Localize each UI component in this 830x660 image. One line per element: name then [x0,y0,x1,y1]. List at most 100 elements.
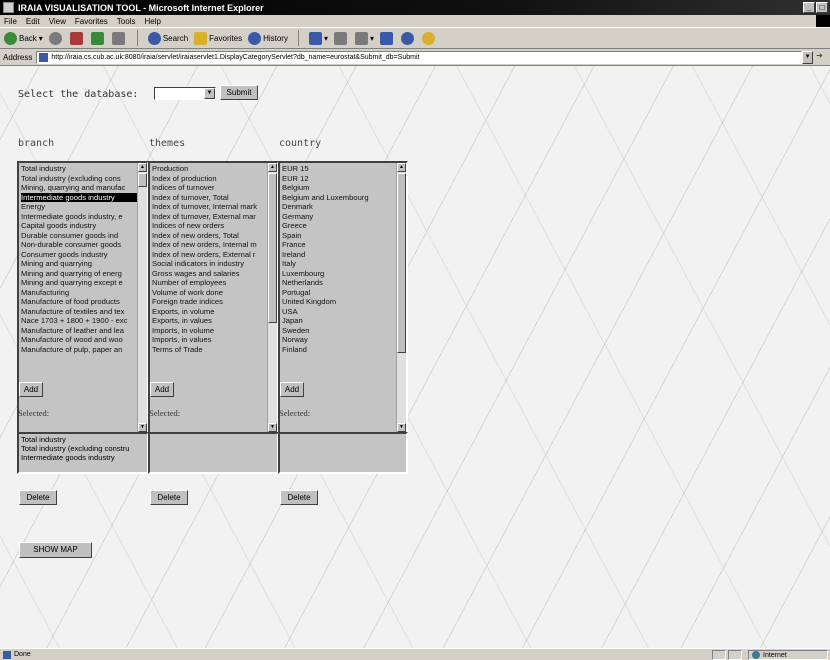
menu-favorites[interactable]: Favorites [75,17,108,26]
list-option[interactable]: Finland [282,345,404,355]
scroll-down-icon[interactable]: ▼ [268,423,277,432]
list-option[interactable]: Sweden [282,326,404,336]
list-option[interactable]: Indices of new orders [152,221,275,231]
list-option[interactable]: Index of turnover, Internal mark [152,202,275,212]
list-option[interactable]: Index of turnover, External mar [152,212,275,222]
list-option[interactable]: France [282,240,404,250]
menu-view[interactable]: View [49,17,66,26]
refresh-button[interactable] [90,31,106,45]
discuss-button[interactable] [380,31,395,45]
menu-edit[interactable]: Edit [26,17,40,26]
menu-tools[interactable]: Tools [117,17,136,26]
list-option[interactable]: Ireland [282,250,404,260]
list-option[interactable]: Japan [282,316,404,326]
branch-delete-button[interactable]: Delete [19,490,57,505]
scroll-thumb[interactable] [268,173,277,323]
chevron-down-icon[interactable]: ▼ [204,88,215,99]
themes-selected-listbox[interactable] [148,432,279,474]
forward-button[interactable] [48,31,64,45]
list-option[interactable]: Mining, quarrying and manufac [21,183,145,193]
scroll-down-icon[interactable]: ▼ [138,423,147,432]
list-option[interactable]: Foreign trade indices [152,297,275,307]
list-option[interactable]: Total industry [21,164,145,174]
minimize-icon[interactable]: _ [803,2,815,13]
list-option[interactable]: Terms of Trade [152,345,275,355]
list-option[interactable]: Nace 1703 + 1800 + 1900 - exc [21,316,145,326]
list-option[interactable]: USA [282,307,404,317]
go-icon[interactable]: ➜ [816,51,830,63]
history-button[interactable]: History [248,31,288,45]
search-button[interactable]: Search [147,31,188,45]
list-option[interactable]: Italy [282,259,404,269]
list-option[interactable]: Intermediate goods industry, e [21,212,145,222]
list-option[interactable]: Intermediate goods industry [21,192,145,202]
list-option[interactable]: Consumer goods industry [21,250,145,260]
list-option[interactable]: Manufacture of pulp, paper an [21,345,145,355]
list-option[interactable]: Total industry (excluding cons [21,174,145,184]
list-option[interactable]: Manufacture of food products [21,297,145,307]
back-button[interactable]: Back ▾ [4,31,43,45]
list-option[interactable]: Manufacturing [21,288,145,298]
list-option[interactable]: EUR 15 [282,164,404,174]
country-add-button[interactable]: Add [280,382,304,397]
maximize-icon[interactable]: □ [816,2,828,13]
list-option[interactable]: Spain [282,231,404,241]
list-option[interactable]: Mining and quarrying of energ [21,269,145,279]
list-option[interactable]: Mining and quarrying [21,259,145,269]
scroll-thumb[interactable] [397,173,406,353]
list-option[interactable]: Production [152,164,275,174]
print-button[interactable] [333,31,349,45]
list-option[interactable]: Manufacture of leather and lea [21,326,145,336]
list-option[interactable]: Exports, in values [152,316,275,326]
messenger-button[interactable] [401,31,416,45]
list-option[interactable]: United Kingdom [282,297,404,307]
list-option[interactable]: Social indicators in industry [152,259,275,269]
themes-add-button[interactable]: Add [150,382,174,397]
submit-button[interactable]: Submit [220,85,258,100]
list-option[interactable]: Number of employees [152,278,275,288]
selected-option[interactable]: Total industry (excluding constru [21,444,145,453]
branch-scrollbar[interactable]: ▲ ▼ [137,163,147,432]
mail-button[interactable]: ▾ [308,31,328,45]
selected-option[interactable]: Intermediate goods industry [21,453,145,462]
edit-button[interactable]: ▾ [354,31,374,45]
themes-scrollbar[interactable]: ▲ ▼ [267,163,277,432]
themes-delete-button[interactable]: Delete [150,490,188,505]
country-scrollbar[interactable]: ▲ ▼ [396,163,406,432]
scroll-up-icon[interactable]: ▲ [138,163,147,172]
list-option[interactable]: Mining and quarrying except e [21,278,145,288]
list-option[interactable]: Denmark [282,202,404,212]
selected-option[interactable]: Total industry [21,435,145,444]
list-option[interactable]: Imports, in volume [152,326,275,336]
list-option[interactable]: EUR 12 [282,174,404,184]
stop-button[interactable] [69,31,85,45]
scroll-thumb[interactable] [138,173,147,187]
scroll-up-icon[interactable]: ▲ [268,163,277,172]
menu-file[interactable]: File [4,17,17,26]
database-select[interactable]: ▼ [154,87,216,100]
list-option[interactable]: Gross wages and salaries [152,269,275,279]
list-option[interactable]: Index of new orders, Internal m [152,240,275,250]
list-option[interactable]: Norway [282,335,404,345]
address-input[interactable]: http://iraia.cs.cub.ac.uk:8080/iraia/ser… [36,50,803,64]
scroll-up-icon[interactable]: ▲ [397,163,406,172]
list-option[interactable]: Capital goods industry [21,221,145,231]
country-delete-button[interactable]: Delete [280,490,318,505]
list-option[interactable]: Volume of work done [152,288,275,298]
list-option[interactable]: Indices of turnover [152,183,275,193]
list-option[interactable]: Energy [21,202,145,212]
list-option[interactable]: Durable consumer goods ind [21,231,145,241]
menu-help[interactable]: Help [144,17,160,26]
address-dropdown[interactable]: ▼ [802,50,814,64]
list-option[interactable]: Belgium and Luxembourg [282,193,404,203]
list-option[interactable]: Index of production [152,174,275,184]
list-option[interactable]: Manufacture of wood and woo [21,335,145,345]
show-map-button[interactable]: SHOW MAP [19,542,92,558]
research-button[interactable] [422,31,437,45]
list-option[interactable]: Greece [282,221,404,231]
favorites-button[interactable]: Favorites [194,31,242,45]
list-option[interactable]: Luxembourg [282,269,404,279]
branch-add-button[interactable]: Add [19,382,43,397]
list-option[interactable]: Index of turnover, Total [152,193,275,203]
list-option[interactable]: Manufacture of textiles and tex [21,307,145,317]
